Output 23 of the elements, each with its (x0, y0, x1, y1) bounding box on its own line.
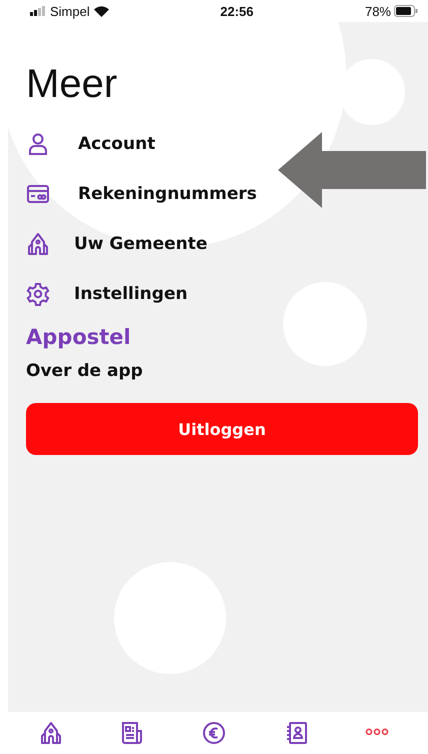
menu-item[interactable]: Over de app (26, 361, 143, 381)
settings-icon (26, 282, 50, 306)
more-icon (365, 727, 390, 737)
menu-item[interactable]: Uw Gemeente (26, 219, 208, 269)
euro-icon (202, 721, 226, 745)
menu-item[interactable]: Rekeningnummers (26, 169, 257, 219)
battery-icon (394, 5, 418, 17)
person-icon (26, 132, 50, 156)
building-icon (26, 232, 50, 256)
section-title: Appostel (26, 325, 132, 349)
newspaper-icon (120, 721, 144, 745)
menu-item[interactable]: Instellingen (26, 269, 188, 319)
card-icon (26, 182, 50, 206)
arrow-icon (278, 132, 426, 208)
signal-icon (30, 6, 46, 16)
page-title: Meer (26, 62, 118, 107)
wifi-icon (94, 6, 109, 16)
menu-item[interactable]: Account (26, 119, 156, 169)
battery-percentage: 78% (364, 4, 391, 18)
clock-time: 22:56 (220, 4, 254, 18)
building-icon (38, 721, 63, 745)
logout-button[interactable]: Uitloggen (26, 403, 418, 455)
carrier-name: Simpel (50, 4, 90, 18)
